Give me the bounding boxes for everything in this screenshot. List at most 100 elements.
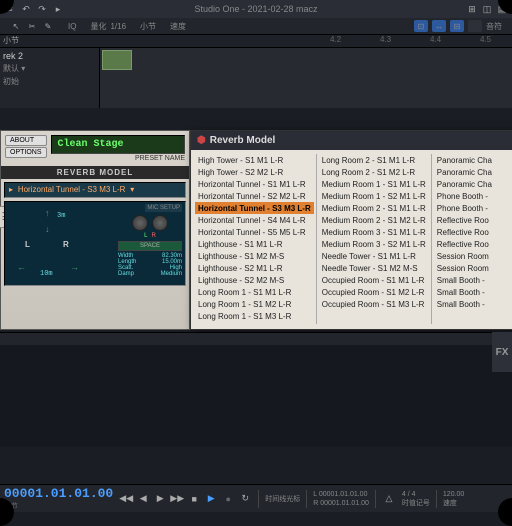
model-display[interactable]: ▸ Horizontal Tunnel - S3 M3 L-R ▾: [4, 182, 186, 198]
preset-item[interactable]: Phone Booth -: [434, 190, 510, 202]
mixer-icon[interactable]: ◫: [481, 3, 493, 15]
forward-button[interactable]: ▶: [153, 492, 167, 506]
arrow-up-icon: ↑: [45, 208, 50, 218]
reverb-plugin: ABOUT OPTIONS Clean Stage PRESET NAME RE…: [0, 130, 190, 330]
ffwd-button[interactable]: ▶▶: [170, 492, 184, 506]
preset-item[interactable]: Small Booth -: [434, 274, 510, 286]
loop-button[interactable]: ↻: [238, 492, 252, 506]
arrow-left-icon: ←: [17, 262, 26, 272]
quantize-label: 量化: [90, 21, 106, 32]
knob-left[interactable]: [132, 215, 148, 231]
preset-item[interactable]: High Tower - S2 M2 L-R: [195, 166, 314, 178]
preset-item[interactable]: Horizontal Tunnel - S1 M1 L-R: [195, 178, 314, 190]
preset-item[interactable]: Occupied Room - S1 M1 L-R: [319, 274, 429, 286]
preset-item[interactable]: Lighthouse - S1 M2 M-S: [195, 250, 314, 262]
redo-icon[interactable]: ↷: [36, 3, 48, 15]
tool-icon[interactable]: ▸: [52, 3, 64, 15]
preset-item[interactable]: Reflective Roo: [434, 214, 510, 226]
fx-tab[interactable]: FX: [492, 332, 512, 372]
preset-item[interactable]: Phone Booth -: [434, 202, 510, 214]
track-name[interactable]: rek 2: [3, 51, 96, 61]
preset-item[interactable]: Needle Tower - S1 M1 L-R: [319, 250, 429, 262]
preset-display[interactable]: Clean Stage: [51, 135, 185, 154]
tempo-label: 速度: [170, 21, 186, 32]
preset-item[interactable]: Long Room 2 - S1 M2 L-R: [319, 166, 429, 178]
snap-value[interactable]: 小节: [140, 21, 156, 32]
reverb-model-title: REVERB MODEL: [1, 166, 189, 179]
stop-button[interactable]: ■: [187, 492, 201, 506]
preset-item[interactable]: Medium Room 3 - S2 M1 L-R: [319, 238, 429, 250]
preset-item[interactable]: Session Room: [434, 250, 510, 262]
preset-item[interactable]: Medium Room 2 - S1 M2 L-R: [319, 214, 429, 226]
transport-bar: 00001.01.01.00 小节 ◀◀ ◀ ▶ ▶▶ ■ ▶ ● ↻ 时间线光…: [0, 484, 512, 512]
mode-btn-4[interactable]: [468, 20, 482, 32]
about-button[interactable]: ABOUT: [5, 135, 47, 146]
preset-item[interactable]: Lighthouse - S2 M2 M-S: [195, 274, 314, 286]
mode-btn-1[interactable]: ⊡: [414, 20, 428, 32]
preset-item[interactable]: Medium Room 3 - S1 M1 L-R: [319, 226, 429, 238]
preset-item[interactable]: Panoramic Cha: [434, 178, 510, 190]
preset-item[interactable]: Lighthouse - S1 M1 L-R: [195, 238, 314, 250]
preset-item[interactable]: Occupied Room - S1 M2 L-R: [319, 286, 429, 298]
options-button[interactable]: OPTIONS: [5, 147, 47, 158]
mic-setup-label: MIC SETUP: [145, 204, 182, 212]
track-header[interactable]: rek 2 默认 ▾ 初始: [0, 48, 100, 108]
time-signature[interactable]: 4 / 4: [402, 490, 430, 499]
preset-item[interactable]: Long Room 1 - S1 M2 L-R: [195, 298, 314, 310]
timebase-value[interactable]: 音符: [486, 21, 502, 32]
record-button[interactable]: ●: [221, 492, 235, 506]
preset-item[interactable]: Small Booth -: [434, 286, 510, 298]
quantize-value[interactable]: 1/16: [110, 22, 126, 31]
preset-item[interactable]: Horizontal Tunnel - S2 M2 L-R: [195, 190, 314, 202]
preset-item[interactable]: Lighthouse - S2 M1 L-R: [195, 262, 314, 274]
split-tool-icon[interactable]: ✂: [26, 20, 38, 32]
preset-item[interactable]: Medium Room 1 - S2 M1 L-R: [319, 190, 429, 202]
preset-column-1[interactable]: High Tower - S1 M1 L-RHigh Tower - S2 M2…: [195, 154, 314, 324]
arrow-down-icon: ↓: [45, 224, 50, 234]
undo-icon[interactable]: ↶: [20, 3, 32, 15]
toolbar: ↖ ✂ ✎ IQ 量化 1/16 小节 速度 ⊡ ↔ ⊟ 音符: [0, 18, 512, 34]
mode-btn-2[interactable]: ↔: [432, 20, 446, 32]
space-button[interactable]: SPACE: [118, 241, 182, 251]
preset-item[interactable]: Horizontal Tunnel - S4 M4 L-R: [195, 214, 314, 226]
track-lane[interactable]: [100, 48, 512, 108]
preset-item[interactable]: Reflective Roo: [434, 238, 510, 250]
room-visualization: ↑ 3m ↓ L R ← 10m → MIC SETUP LR SPACE Wi…: [4, 201, 186, 286]
preset-column-3[interactable]: Panoramic ChaPanoramic ChaPanoramic ChaP…: [434, 154, 510, 324]
preset-item[interactable]: Reflective Roo: [434, 226, 510, 238]
preset-item[interactable]: High Tower - S1 M1 L-R: [195, 154, 314, 166]
rewind-button[interactable]: ◀◀: [119, 492, 133, 506]
metronome-icon[interactable]: △: [382, 492, 396, 506]
preset-item[interactable]: Occupied Room - S1 M3 L-R: [319, 298, 429, 310]
window-title: Studio One - 2021-02-28 macz: [194, 4, 317, 14]
popup-title: Reverb Model: [191, 131, 512, 150]
preset-item[interactable]: Needle Tower - S1 M2 M-S: [319, 262, 429, 274]
audio-clip[interactable]: [102, 50, 132, 70]
arrow-right-icon: →: [70, 262, 79, 272]
preset-item[interactable]: Long Room 1 - S1 M3 L-R: [195, 310, 314, 322]
preset-name-label: PRESET NAME: [51, 155, 185, 162]
preset-item[interactable]: Long Room 1 - S1 M1 L-R: [195, 286, 314, 298]
preset-item[interactable]: Horizontal Tunnel - S5 M5 L-R: [195, 226, 314, 238]
reverb-model-popup: Reverb Model High Tower - S1 M1 L-RHigh …: [190, 130, 512, 330]
mode-btn-3[interactable]: ⊟: [450, 20, 464, 32]
preset-item[interactable]: Long Room 2 - S1 M1 L-R: [319, 154, 429, 166]
back-button[interactable]: ◀: [136, 492, 150, 506]
preset-item[interactable]: Panoramic Cha: [434, 166, 510, 178]
preset-item[interactable]: Medium Room 2 - S1 M1 L-R: [319, 202, 429, 214]
main-timecode[interactable]: 00001.01.01.00: [4, 486, 113, 501]
preset-item[interactable]: Medium Room 1 - S1 M1 L-R: [319, 178, 429, 190]
preset-column-2[interactable]: Long Room 2 - S1 M1 L-RLong Room 2 - S1 …: [319, 154, 429, 324]
knob-right[interactable]: [152, 215, 168, 231]
draw-tool-icon[interactable]: ✎: [42, 20, 54, 32]
tempo-value[interactable]: 120.00: [443, 490, 464, 499]
preset-item[interactable]: Panoramic Cha: [434, 154, 510, 166]
preset-item[interactable]: Horizontal Tunnel - S3 M3 L-R: [195, 202, 314, 214]
editor-area[interactable]: [0, 332, 512, 447]
play-button[interactable]: ▶: [204, 492, 218, 506]
arrow-tool-icon[interactable]: ↖: [10, 20, 22, 32]
view-icon[interactable]: ⊞: [466, 3, 478, 15]
timeline-ruler[interactable]: 小节 4.2 4.3 4.4 4.5: [0, 34, 512, 48]
preset-item[interactable]: Small Booth -: [434, 298, 510, 310]
preset-item[interactable]: Session Room: [434, 262, 510, 274]
